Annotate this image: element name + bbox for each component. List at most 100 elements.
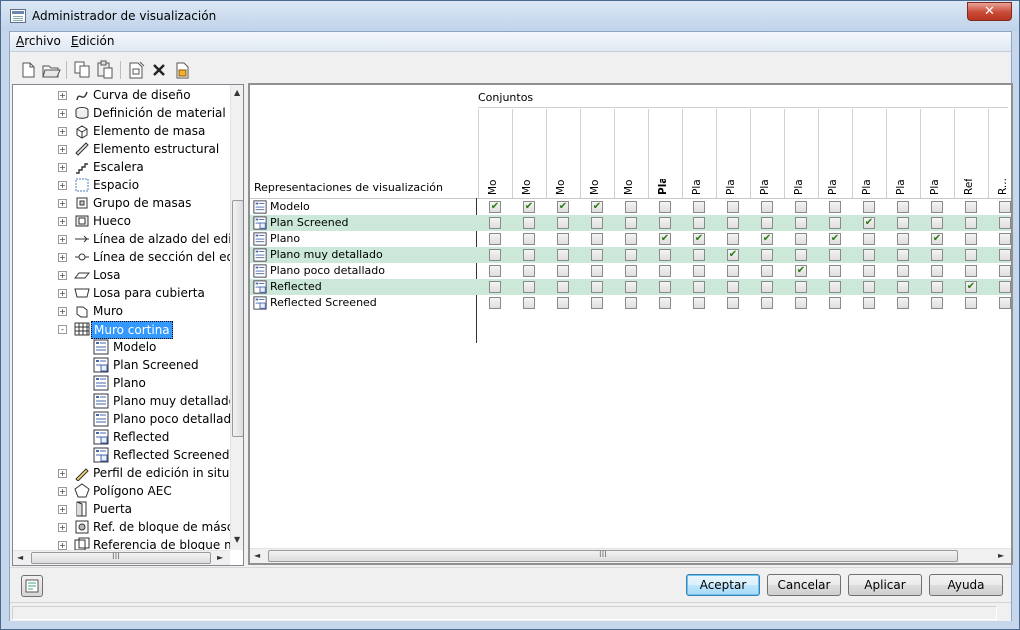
tree-item[interactable]: + Muro — [13, 302, 227, 320]
tree-item[interactable]: Reflected Screened — [13, 446, 230, 464]
set-checkbox[interactable] — [965, 265, 977, 277]
open-button[interactable] — [41, 60, 61, 80]
tree-item[interactable]: Plan Screened — [13, 356, 227, 374]
set-checkbox[interactable] — [965, 297, 977, 309]
expand-icon[interactable]: + — [58, 217, 67, 226]
tree-item[interactable]: Modelo — [13, 338, 227, 356]
tree-item[interactable]: + Espacio — [13, 176, 227, 194]
expand-icon[interactable]: + — [58, 541, 67, 550]
tree-item[interactable]: + Hueco — [13, 212, 227, 230]
set-checkbox[interactable] — [999, 281, 1011, 293]
set-checkbox[interactable] — [999, 217, 1011, 229]
tree-item[interactable]: + Curva de diseño — [13, 86, 227, 104]
tree-item[interactable]: + Escalera — [13, 158, 227, 176]
set-checkbox[interactable] — [863, 265, 875, 277]
set-checkbox[interactable] — [727, 265, 739, 277]
set-checkbox[interactable] — [795, 233, 807, 245]
set-checkbox[interactable] — [489, 281, 501, 293]
set-checkbox[interactable] — [965, 201, 977, 213]
tree-item[interactable]: + Elemento estructural — [13, 140, 227, 158]
help-button[interactable]: Ayuda — [929, 574, 1003, 596]
tree-vertical-scrollbar[interactable]: ▲ ▼ — [230, 85, 243, 550]
set-checkbox[interactable]: ✔ — [761, 233, 773, 245]
set-checkbox[interactable] — [795, 281, 807, 293]
expand-icon[interactable]: + — [58, 145, 67, 154]
set-checkbox[interactable] — [693, 281, 705, 293]
set-checkbox[interactable] — [727, 217, 739, 229]
set-checkbox[interactable] — [659, 297, 671, 309]
set-checkbox[interactable] — [829, 265, 841, 277]
set-checkbox[interactable] — [829, 217, 841, 229]
set-checkbox[interactable] — [897, 281, 909, 293]
set-checkbox[interactable] — [557, 217, 569, 229]
set-checkbox[interactable] — [489, 265, 501, 277]
set-checkbox[interactable] — [999, 233, 1011, 245]
new-button[interactable] — [18, 60, 38, 80]
set-checkbox[interactable]: ✔ — [863, 217, 875, 229]
set-checkbox[interactable] — [761, 265, 773, 277]
set-checkbox[interactable] — [965, 249, 977, 261]
set-checkbox[interactable] — [761, 297, 773, 309]
set-checkbox[interactable] — [829, 249, 841, 261]
tree-item[interactable]: + Definición de material — [13, 104, 227, 122]
scroll-left-icon[interactable]: ◄ — [254, 551, 260, 560]
grid-horizontal-scrollbar[interactable]: ◄ III ► — [250, 548, 1011, 563]
tree-vscroll-thumb[interactable] — [232, 200, 243, 437]
set-checkbox[interactable] — [931, 297, 943, 309]
tree-item[interactable]: + Polígono AEC — [13, 482, 227, 500]
set-checkbox[interactable] — [523, 265, 535, 277]
expand-icon[interactable]: + — [58, 253, 67, 262]
set-checkbox[interactable] — [931, 265, 943, 277]
set-checkbox[interactable] — [999, 297, 1011, 309]
expand-icon[interactable]: + — [58, 523, 67, 532]
expand-icon[interactable]: + — [58, 181, 67, 190]
purge-button[interactable] — [172, 60, 192, 80]
set-checkbox[interactable]: ✔ — [965, 281, 977, 293]
set-checkbox[interactable] — [897, 217, 909, 229]
set-checkbox[interactable] — [625, 265, 637, 277]
set-checkbox[interactable]: ✔ — [931, 233, 943, 245]
set-checkbox[interactable] — [625, 233, 637, 245]
delete-button[interactable] — [149, 60, 169, 80]
set-checkbox[interactable]: ✔ — [489, 201, 501, 213]
cancel-button[interactable]: Cancelar — [767, 574, 841, 596]
expand-icon[interactable]: + — [58, 289, 67, 298]
set-checkbox[interactable] — [659, 201, 671, 213]
tree-item[interactable]: + Perfil de edición in situ — [13, 464, 229, 482]
set-checkbox[interactable] — [659, 265, 671, 277]
set-checkbox[interactable] — [523, 249, 535, 261]
set-checkbox[interactable] — [727, 201, 739, 213]
set-checkbox[interactable] — [591, 249, 603, 261]
tree-item[interactable]: + Línea de alzado del edific — [13, 230, 243, 248]
set-checkbox[interactable] — [965, 233, 977, 245]
tree-item[interactable]: + Ref. de bloque de máscar — [13, 518, 243, 536]
display-help-button[interactable] — [21, 575, 43, 597]
collapse-icon[interactable]: - — [58, 325, 67, 334]
set-checkbox[interactable] — [999, 265, 1011, 277]
set-checkbox[interactable] — [557, 265, 569, 277]
set-checkbox[interactable] — [489, 217, 501, 229]
expand-icon[interactable]: + — [58, 469, 67, 478]
set-checkbox[interactable] — [931, 217, 943, 229]
set-checkbox[interactable] — [863, 281, 875, 293]
scroll-down-icon[interactable]: ▼ — [234, 535, 240, 544]
scroll-up-icon[interactable]: ▲ — [234, 88, 240, 97]
expand-icon[interactable]: + — [58, 163, 67, 172]
set-checkbox[interactable] — [693, 249, 705, 261]
grid-hscroll-thumb[interactable]: III — [268, 550, 958, 562]
set-checkbox[interactable]: ✔ — [829, 233, 841, 245]
tree-item[interactable]: Reflected — [13, 428, 227, 446]
set-checkbox[interactable] — [591, 281, 603, 293]
properties-button[interactable] — [126, 60, 146, 80]
set-checkbox[interactable] — [829, 297, 841, 309]
set-checkbox[interactable] — [999, 249, 1011, 261]
expand-icon[interactable]: + — [58, 307, 67, 316]
set-checkbox[interactable] — [557, 297, 569, 309]
set-checkbox[interactable] — [591, 233, 603, 245]
set-checkbox[interactable] — [659, 249, 671, 261]
menu-edicion[interactable]: Edición — [68, 34, 117, 48]
set-checkbox[interactable] — [897, 265, 909, 277]
set-checkbox[interactable]: ✔ — [693, 233, 705, 245]
set-checkbox[interactable] — [625, 281, 637, 293]
set-checkbox[interactable] — [761, 249, 773, 261]
